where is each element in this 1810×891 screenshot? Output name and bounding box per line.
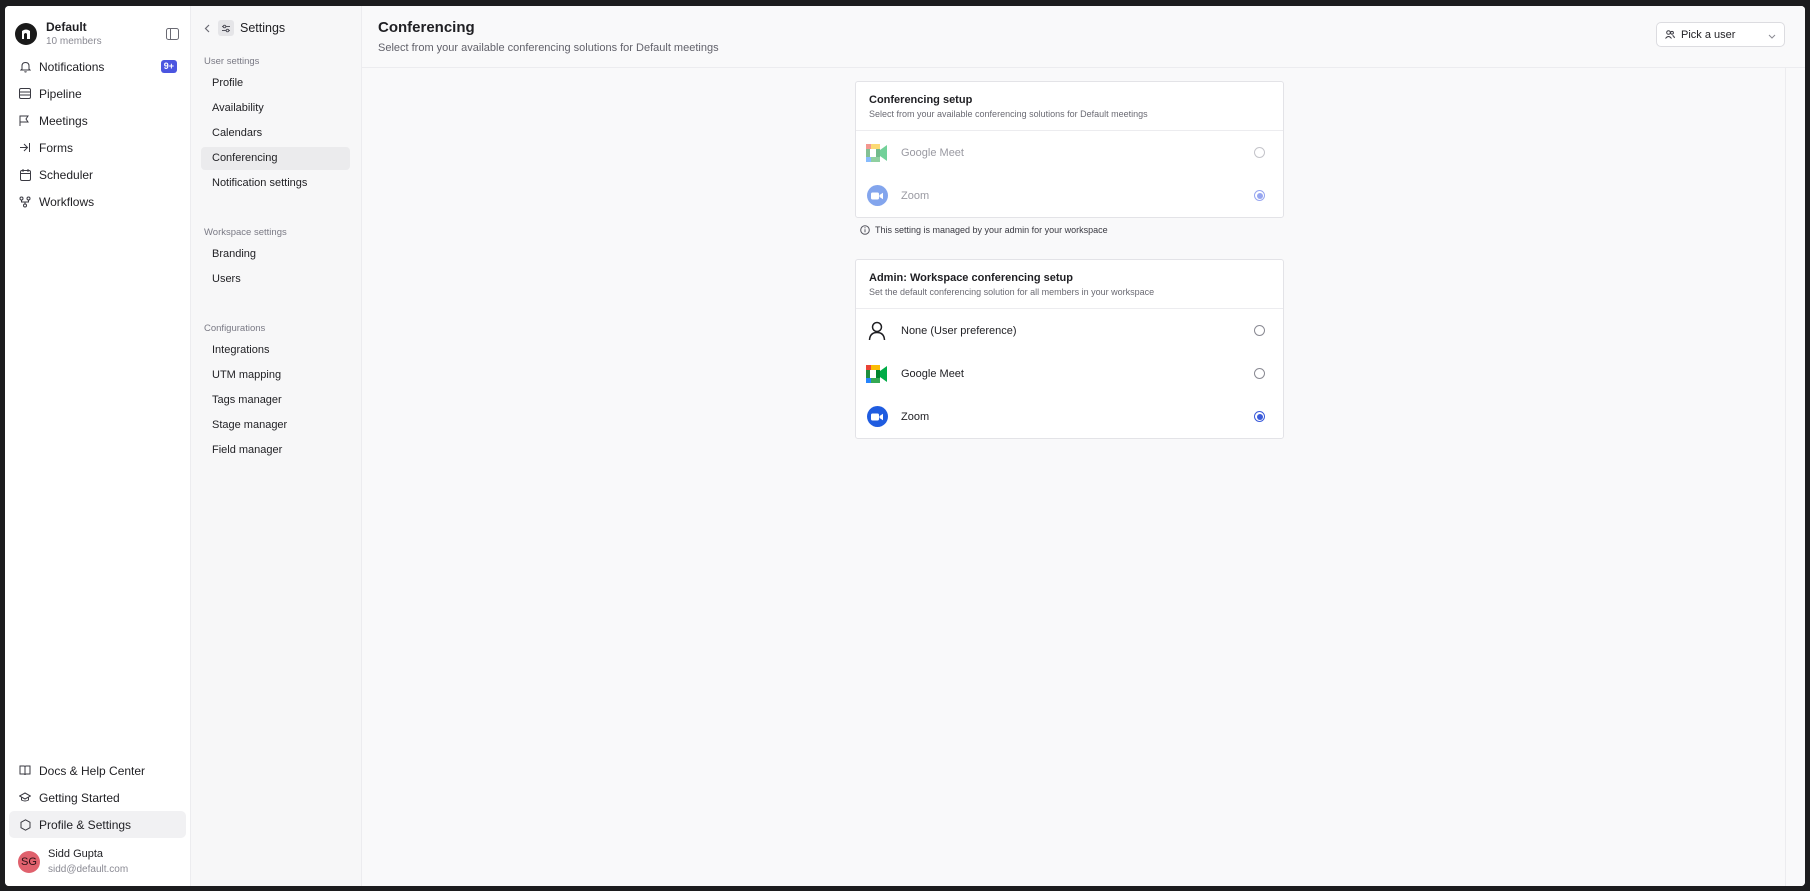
main-content: Conferencing Select from your available … — [362, 6, 1805, 886]
nav-item-forms[interactable]: Forms — [9, 134, 186, 161]
option-name: Zoom — [901, 410, 930, 423]
option-zoom[interactable]: Zoom — [856, 174, 1283, 217]
sidebar-toggle-icon[interactable] — [164, 26, 180, 42]
settings-item-tags-manager[interactable]: Tags manager — [201, 389, 350, 412]
info-icon — [860, 225, 870, 235]
back-chevron-icon[interactable] — [201, 21, 213, 35]
page-subtitle: Select from your available conferencing … — [378, 42, 719, 54]
card-title: Conferencing setup — [869, 94, 973, 106]
admin-conferencing-card: Admin: Workspace conferencing setup Set … — [855, 259, 1284, 439]
nav-label: Meetings — [39, 113, 88, 128]
card-subtitle: Select from your available conferencing … — [869, 109, 1148, 119]
nav-item-profile-settings[interactable]: Profile & Settings — [9, 811, 186, 838]
settings-item-availability[interactable]: Availability — [201, 97, 350, 120]
nav-item-getting-started[interactable]: Getting Started — [9, 784, 186, 811]
option-google-meet[interactable]: Google Meet — [856, 352, 1283, 395]
app-window: Default 10 members Notifications 9+ Pipe… — [5, 6, 1805, 886]
option-none-user-preference[interactable]: None (User preference) — [856, 309, 1283, 352]
radio-google-meet[interactable] — [1254, 368, 1265, 379]
settings-item-field-manager[interactable]: Field manager — [201, 439, 350, 462]
settings-item-calendars[interactable]: Calendars — [201, 122, 350, 145]
note-text: This setting is managed by your admin fo… — [875, 225, 1108, 235]
nav-label: Workflows — [39, 194, 95, 209]
settings-item-notification-settings[interactable]: Notification settings — [201, 172, 350, 195]
nav-label: Getting Started — [39, 790, 120, 805]
nav-label: Notifications — [39, 59, 105, 74]
book-icon — [18, 764, 32, 778]
nav-label: Docs & Help Center — [39, 763, 146, 778]
settings-item-users[interactable]: Users — [201, 268, 350, 291]
user-profile[interactable]: SG Sidd Gupta sidd@default.com — [9, 842, 186, 882]
workspace-name: Default — [46, 19, 87, 34]
calendar-icon — [18, 168, 32, 182]
settings-item-utm-mapping[interactable]: UTM mapping — [201, 364, 350, 387]
card-subtitle: Set the default conferencing solution fo… — [869, 287, 1155, 297]
pick-user-label: Pick a user — [1681, 28, 1736, 41]
settings-sidebar: Settings User settings Profile Availabil… — [191, 6, 362, 886]
hexagon-icon — [18, 818, 32, 832]
nav-label: Scheduler — [39, 167, 94, 182]
google-meet-icon — [866, 142, 888, 164]
users-icon — [1665, 26, 1675, 44]
settings-item-branding[interactable]: Branding — [201, 243, 350, 266]
pipeline-icon — [18, 87, 32, 101]
pick-user-dropdown[interactable]: Pick a user — [1656, 22, 1785, 47]
settings-item-integrations[interactable]: Integrations — [201, 339, 350, 362]
workspace-switcher[interactable]: Default 10 members — [5, 6, 190, 50]
graduation-icon — [18, 791, 32, 805]
card-title: Admin: Workspace conferencing setup — [869, 272, 1073, 284]
nav-item-meetings[interactable]: Meetings — [9, 107, 186, 134]
page-header: Conferencing Select from your available … — [362, 6, 1805, 68]
settings-item-conferencing[interactable]: Conferencing — [201, 147, 350, 170]
group-label-user-settings: User settings — [204, 56, 260, 67]
user-email: sidd@default.com — [48, 864, 129, 875]
workflow-icon — [18, 195, 32, 209]
option-zoom[interactable]: Zoom — [856, 395, 1283, 438]
settings-item-stage-manager[interactable]: Stage manager — [201, 414, 350, 437]
option-google-meet[interactable]: Google Meet — [856, 131, 1283, 174]
right-rail — [1785, 68, 1805, 886]
main-nav: Default 10 members Notifications 9+ Pipe… — [5, 6, 191, 886]
nav-label: Forms — [39, 140, 73, 155]
settings-item-profile[interactable]: Profile — [201, 72, 350, 95]
nav-item-notifications[interactable]: Notifications 9+ — [9, 53, 186, 80]
option-name: Google Meet — [901, 146, 964, 159]
user-icon — [866, 320, 888, 342]
nav-item-workflows[interactable]: Workflows — [9, 188, 186, 215]
option-name: Zoom — [901, 189, 930, 202]
page-title: Conferencing — [378, 19, 475, 36]
notification-badge: 9+ — [160, 60, 177, 73]
google-meet-icon — [866, 363, 888, 385]
option-name: None (User preference) — [901, 324, 1017, 337]
workspace-members: 10 members — [46, 35, 102, 47]
radio-zoom[interactable] — [1254, 411, 1265, 422]
nav-item-scheduler[interactable]: Scheduler — [9, 161, 186, 188]
bell-icon — [18, 60, 32, 74]
option-name: Google Meet — [901, 367, 964, 380]
forms-icon — [18, 141, 32, 155]
group-label-workspace-settings: Workspace settings — [204, 227, 287, 238]
nav-label: Profile & Settings — [39, 817, 132, 832]
meetings-icon — [18, 114, 32, 128]
nav-item-docs-help-center[interactable]: Docs & Help Center — [9, 757, 186, 784]
workspace-logo-icon — [15, 22, 37, 45]
zoom-icon — [866, 406, 888, 428]
conferencing-setup-card: Conferencing setup Select from your avai… — [855, 81, 1284, 218]
settings-title: Settings — [240, 21, 286, 35]
radio-none[interactable] — [1254, 325, 1265, 336]
zoom-icon — [866, 185, 888, 207]
avatar: SG — [18, 851, 40, 873]
radio-google-meet[interactable] — [1254, 147, 1265, 158]
settings-sliders-icon — [218, 20, 234, 36]
group-label-configurations: Configurations — [204, 323, 266, 334]
nav-label: Pipeline — [39, 86, 82, 101]
chevron-down-icon — [1768, 26, 1776, 44]
user-name: Sidd Gupta — [48, 848, 104, 860]
nav-item-pipeline[interactable]: Pipeline — [9, 80, 186, 107]
radio-zoom[interactable] — [1254, 190, 1265, 201]
admin-managed-note: This setting is managed by your admin fo… — [860, 225, 1108, 235]
